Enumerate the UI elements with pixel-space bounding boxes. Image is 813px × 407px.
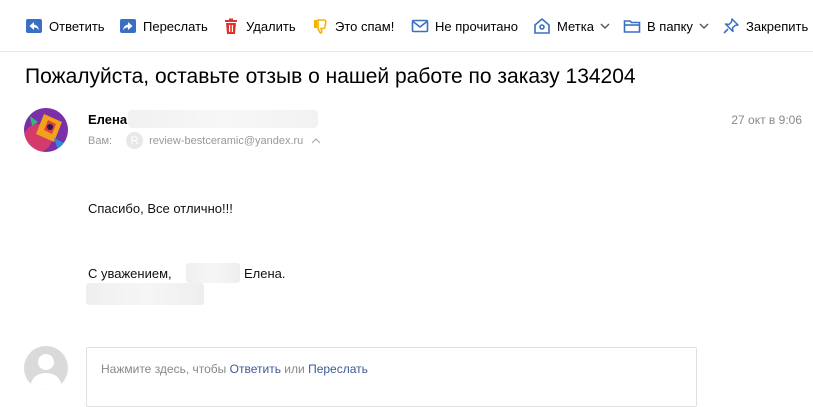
mark-unread-button[interactable]: Не прочитано <box>411 13 518 39</box>
delete-button[interactable]: Удалить <box>222 13 296 39</box>
pin-button[interactable]: Закрепить <box>722 13 808 39</box>
label-dropdown[interactable]: Метка <box>533 13 610 39</box>
chevron-down-icon <box>600 23 610 29</box>
message-date: 27 окт в 9:06 <box>731 113 802 127</box>
chevron-up-icon[interactable] <box>311 137 321 145</box>
thumbs-down-icon <box>314 19 327 34</box>
folder-icon <box>623 20 641 33</box>
forward-button[interactable]: Переслать <box>119 13 208 39</box>
redacted-signature-name <box>186 263 240 283</box>
recipient-row: Вам: R review-bestceramic@yandex.ru <box>88 132 321 149</box>
spam-button[interactable]: Это спам! <box>311 13 394 39</box>
forward-link[interactable]: Переслать <box>308 362 368 376</box>
user-silhouette-icon <box>30 354 62 390</box>
unread-label: Не прочитано <box>435 18 518 34</box>
recipient-avatar-icon: R <box>126 132 144 149</box>
forward-label: Переслать <box>143 18 208 34</box>
signature-name: Елена. <box>244 266 286 281</box>
to-label: Вам: <box>88 134 113 147</box>
sender-avatar[interactable] <box>24 108 68 152</box>
chevron-down-icon <box>699 23 709 29</box>
trash-icon <box>225 18 237 34</box>
avatar-image <box>24 108 68 152</box>
pin-label: Закрепить <box>746 18 809 34</box>
sender-name[interactable]: Елена <box>88 112 127 127</box>
quick-reply-prompt: Нажмите здесь, чтобы Ответить или Пересл… <box>101 362 368 376</box>
recipient-email[interactable]: review-bestceramic@yandex.ru <box>149 135 303 147</box>
envelope-icon <box>411 19 429 33</box>
body-line-1: Спасибо, Все отлично!!! <box>88 201 233 216</box>
spam-label: Это спам! <box>335 18 395 34</box>
reply-prompt-text: Нажмите здесь, чтобы <box>101 362 227 376</box>
reply-link[interactable]: Ответить <box>230 362 281 376</box>
forward-icon <box>120 19 136 33</box>
label-label: Метка <box>557 18 594 34</box>
pin-icon <box>723 18 739 34</box>
message-subject: Пожалуйста, оставьте отзыв о нашей работ… <box>25 65 636 88</box>
folder-label: В папку <box>647 18 693 34</box>
reply-or-text: или <box>284 362 305 376</box>
reply-button[interactable]: Ответить <box>25 13 105 39</box>
user-avatar <box>24 346 68 390</box>
reply-label: Ответить <box>49 18 105 34</box>
redacted-signature-line <box>86 283 204 305</box>
redacted-sender-surname <box>128 110 318 128</box>
reply-icon <box>26 19 42 33</box>
mail-toolbar: Ответить Переслать Удалить Это спам! Не … <box>0 0 813 52</box>
signature-prefix: С уважением, <box>88 266 172 281</box>
move-to-folder-dropdown[interactable]: В папку <box>623 13 709 39</box>
tag-icon <box>534 17 550 34</box>
delete-label: Удалить <box>246 18 296 34</box>
quick-reply-box[interactable]: Нажмите здесь, чтобы Ответить или Пересл… <box>86 347 697 407</box>
